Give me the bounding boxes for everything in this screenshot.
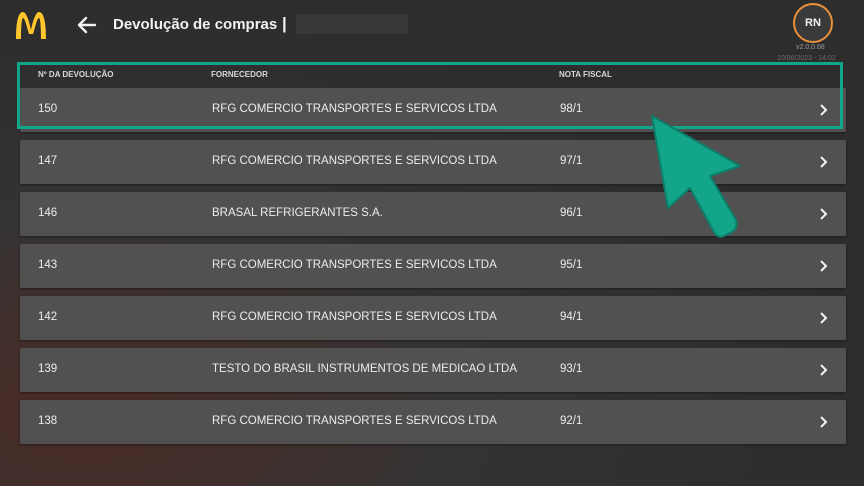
supplier-name: TESTO DO BRASIL INSTRUMENTOS DE MEDICAO … (212, 363, 518, 375)
app-version: v2.0.0.68 (796, 44, 825, 51)
invoice-number: 92/1 (560, 415, 583, 427)
supplier-name: RFG COMERCIO TRANSPORTES E SERVICOS LTDA (212, 103, 497, 115)
column-header-invoice: NOTA FISCAL (559, 70, 612, 79)
table-row[interactable]: 150 RFG COMERCIO TRANSPORTES E SERVICOS … (20, 88, 846, 132)
avatar[interactable]: RN (793, 3, 833, 43)
chevron-right-icon[interactable] (818, 103, 828, 117)
column-header-supplier: FORNECEDOR (211, 70, 268, 79)
arrow-left-icon[interactable] (76, 14, 98, 36)
return-number: 146 (38, 207, 58, 219)
mcdonalds-logo (16, 12, 46, 39)
invoice-number: 98/1 (560, 103, 583, 115)
return-number: 143 (38, 259, 58, 271)
table-row[interactable]: 142 RFG COMERCIO TRANSPORTES E SERVICOS … (20, 296, 846, 340)
datetime: 10/08/2023 - 14:02 (777, 55, 836, 62)
title-separator: | (282, 14, 287, 33)
chevron-right-icon[interactable] (818, 259, 828, 273)
page-title: Devolução de compras (113, 16, 278, 33)
app-window: Devolução de compras | RN v2.0.0.68 10/0… (0, 0, 864, 486)
invoice-number: 96/1 (560, 207, 583, 219)
header: Devolução de compras | RN v2.0.0.68 10/0… (0, 0, 864, 62)
return-number: 139 (38, 363, 58, 375)
table-row[interactable]: 138 RFG COMERCIO TRANSPORTES E SERVICOS … (20, 400, 846, 444)
invoice-number: 93/1 (560, 363, 583, 375)
return-number: 150 (38, 103, 58, 115)
invoice-number: 97/1 (560, 155, 583, 167)
supplier-name: BRASAL REFRIGERANTES S.A. (212, 207, 383, 219)
supplier-name: RFG COMERCIO TRANSPORTES E SERVICOS LTDA (212, 415, 497, 427)
table-row[interactable]: 146 BRASAL REFRIGERANTES S.A. 96/1 (20, 192, 846, 236)
chevron-right-icon[interactable] (818, 155, 828, 169)
return-number: 138 (38, 415, 58, 427)
chevron-right-icon[interactable] (818, 311, 828, 325)
invoice-number: 94/1 (560, 311, 583, 323)
chevron-right-icon[interactable] (818, 363, 828, 377)
return-number: 142 (38, 311, 58, 323)
chevron-right-icon[interactable] (818, 415, 828, 429)
redacted-store-name (296, 14, 408, 34)
supplier-name: RFG COMERCIO TRANSPORTES E SERVICOS LTDA (212, 155, 497, 167)
table-row[interactable]: 147 RFG COMERCIO TRANSPORTES E SERVICOS … (20, 140, 846, 184)
table-row[interactable]: 139 TESTO DO BRASIL INSTRUMENTOS DE MEDI… (20, 348, 846, 392)
column-header-return-number: Nº DA DEVOLUÇÃO (38, 70, 114, 79)
return-number: 147 (38, 155, 58, 167)
invoice-number: 95/1 (560, 259, 583, 271)
table-row[interactable]: 143 RFG COMERCIO TRANSPORTES E SERVICOS … (20, 244, 846, 288)
supplier-name: RFG COMERCIO TRANSPORTES E SERVICOS LTDA (212, 259, 497, 271)
chevron-right-icon[interactable] (818, 207, 828, 221)
supplier-name: RFG COMERCIO TRANSPORTES E SERVICOS LTDA (212, 311, 497, 323)
